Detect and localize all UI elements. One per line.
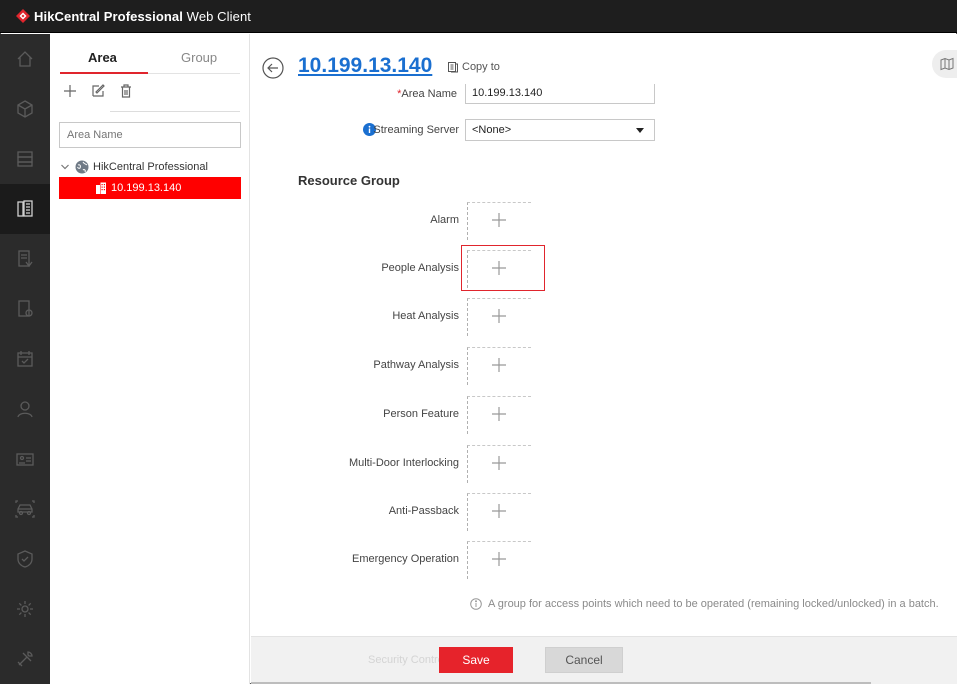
active-tab-indicator	[60, 72, 148, 74]
video-file-icon[interactable]	[0, 284, 50, 334]
highlight-box	[461, 245, 545, 291]
add-multi-door-interlocking-plus-icon[interactable]	[489, 453, 509, 473]
add-icon[interactable]	[60, 80, 80, 102]
add-alarm-plus-icon[interactable]	[489, 210, 509, 230]
report-icon[interactable]	[0, 234, 50, 284]
add-emergency-operation-plus-icon[interactable]	[489, 549, 509, 569]
server-icon[interactable]	[0, 134, 50, 184]
chevron-down-icon[interactable]	[60, 162, 70, 172]
tab-group[interactable]: Group	[181, 50, 217, 65]
add-person-feature-plus-icon[interactable]	[489, 404, 509, 424]
area-search-input[interactable]	[59, 122, 241, 148]
title-bar: HikCentral Professional Web Client	[0, 0, 957, 33]
area-tabs: Area Group	[50, 34, 250, 74]
add-anti-passback-plus-icon[interactable]	[489, 501, 509, 521]
resource-row-heat-analysis: Heat Analysis	[251, 298, 551, 336]
copy-icon	[448, 62, 458, 73]
calendar-check-icon[interactable]	[0, 334, 50, 384]
shield-icon[interactable]	[0, 534, 50, 584]
save-button[interactable]: Save	[439, 647, 513, 673]
resource-row-multi-door-interlocking: Multi-Door Interlocking	[251, 445, 551, 483]
add-pathway-analysis-plus-icon[interactable]	[489, 355, 509, 375]
person-icon[interactable]	[0, 384, 50, 434]
tools-icon[interactable]	[0, 634, 50, 684]
edit-icon[interactable]	[88, 80, 108, 102]
map-button[interactable]	[932, 50, 957, 78]
add-heat-analysis-plus-icon[interactable]	[489, 306, 509, 326]
toolbar-divider	[110, 111, 240, 112]
id-card-icon[interactable]	[0, 434, 50, 484]
streaming-server-label: Streaming Server	[373, 124, 459, 136]
dropdown-caret-icon	[636, 128, 644, 133]
tab-divider	[148, 73, 240, 74]
page-title[interactable]: 10.199.13.140	[298, 54, 432, 78]
resource-row-alarm: Alarm	[251, 202, 551, 240]
resource-row-anti-passback: Anti-Passback	[251, 493, 551, 531]
tree-root-label: HikCentral Professional	[93, 161, 208, 173]
back-arrow-icon[interactable]	[262, 57, 284, 79]
app-title: HikCentral Professional Web Client	[34, 9, 252, 24]
resource-row-person-feature: Person Feature	[251, 396, 551, 434]
hikcentral-logo-icon	[16, 9, 30, 23]
cube-icon[interactable]	[0, 84, 50, 134]
area-panel: Area Group HikCentral Professional 10.19…	[50, 34, 250, 684]
building-list-icon[interactable]	[0, 184, 50, 234]
tree-node-label: 10.199.13.140	[111, 182, 182, 194]
delete-icon[interactable]	[116, 80, 136, 102]
main-content: 10.199.13.140 Copy to *Area Name 10.199.…	[251, 34, 957, 684]
streaming-server-select[interactable]: <None>	[465, 119, 655, 141]
area-name-field[interactable]: 10.199.13.140	[465, 84, 655, 104]
resource-row-emergency-operation: Emergency Operation	[251, 541, 551, 579]
help-note: A group for access points which need to …	[470, 598, 939, 610]
copy-to-button[interactable]: Copy to	[447, 61, 500, 73]
info-outline-icon	[470, 598, 482, 610]
tab-area[interactable]: Area	[88, 50, 117, 65]
map-icon	[940, 57, 954, 71]
resource-row-pathway-analysis: Pathway Analysis	[251, 347, 551, 385]
tree-node-selected[interactable]: 10.199.13.140	[59, 177, 241, 199]
building-icon	[96, 182, 106, 194]
nav-rail	[0, 34, 50, 684]
area-name-label: *Area Name	[397, 88, 457, 100]
globe-icon	[75, 160, 89, 174]
vehicle-icon[interactable]	[0, 484, 50, 534]
cancel-button[interactable]: Cancel	[545, 647, 623, 673]
gear-icon[interactable]	[0, 584, 50, 634]
home-icon[interactable]	[0, 34, 50, 84]
tree-root-node[interactable]: HikCentral Professional	[60, 158, 208, 176]
resource-group-title: Resource Group	[298, 173, 400, 188]
